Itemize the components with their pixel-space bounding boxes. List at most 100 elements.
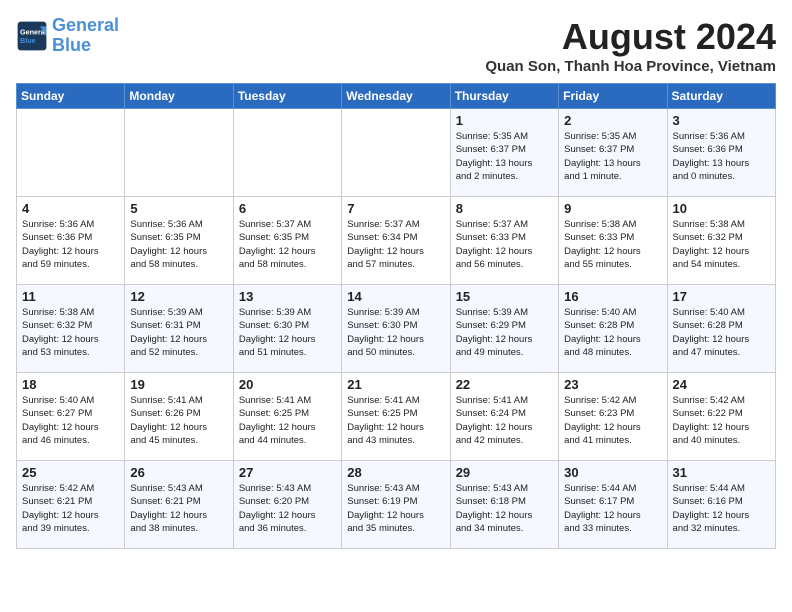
day-number: 10 (673, 201, 770, 216)
day-number: 24 (673, 377, 770, 392)
calendar-week-5: 25 Sunrise: 5:42 AM Sunset: 6:21 PM Dayli… (17, 461, 776, 549)
cell-info: Sunrise: 5:36 AM Sunset: 6:36 PM Dayligh… (673, 130, 770, 183)
calendar-title: August 2024 (485, 16, 776, 58)
cell-info: Sunrise: 5:41 AM Sunset: 6:25 PM Dayligh… (239, 394, 336, 447)
day-number: 28 (347, 465, 444, 480)
day-number: 14 (347, 289, 444, 304)
calendar-cell: 15 Sunrise: 5:39 AM Sunset: 6:29 PM Dayli… (450, 285, 558, 373)
calendar-cell: 30Sunrise: 5:44 AM Sunset: 6:17 PM Dayli… (559, 461, 667, 549)
day-header-saturday: Saturday (667, 84, 775, 109)
day-number: 2 (564, 113, 661, 128)
calendar-cell (233, 109, 341, 197)
calendar-cell: 2 Sunrise: 5:35 AM Sunset: 6:37 PM Daylig… (559, 109, 667, 197)
logo-line2: Blue (52, 35, 91, 55)
calendar-header: SundayMondayTuesdayWednesdayThursdayFrid… (17, 84, 776, 109)
calendar-cell: 21Sunrise: 5:41 AM Sunset: 6:25 PM Dayli… (342, 373, 450, 461)
calendar-cell: 5 Sunrise: 5:36 AM Sunset: 6:35 PM Daylig… (125, 197, 233, 285)
day-number: 11 (22, 289, 119, 304)
day-number: 3 (673, 113, 770, 128)
cell-info: Sunrise: 5:36 AM Sunset: 6:35 PM Dayligh… (130, 218, 227, 271)
calendar-cell: 6 Sunrise: 5:37 AM Sunset: 6:35 PM Daylig… (233, 197, 341, 285)
calendar-cell (125, 109, 233, 197)
calendar-table: SundayMondayTuesdayWednesdayThursdayFrid… (16, 83, 776, 549)
day-number: 26 (130, 465, 227, 480)
day-number: 19 (130, 377, 227, 392)
calendar-cell: 18Sunrise: 5:40 AM Sunset: 6:27 PM Dayli… (17, 373, 125, 461)
calendar-cell (17, 109, 125, 197)
cell-info: Sunrise: 5:42 AM Sunset: 6:22 PM Dayligh… (673, 394, 770, 447)
day-header-thursday: Thursday (450, 84, 558, 109)
cell-info: Sunrise: 5:37 AM Sunset: 6:35 PM Dayligh… (239, 218, 336, 271)
cell-info: Sunrise: 5:35 AM Sunset: 6:37 PM Dayligh… (564, 130, 661, 183)
cell-info: Sunrise: 5:41 AM Sunset: 6:26 PM Dayligh… (130, 394, 227, 447)
cell-info: Sunrise: 5:39 AM Sunset: 6:30 PM Dayligh… (239, 306, 336, 359)
calendar-body: 1 Sunrise: 5:35 AM Sunset: 6:37 PM Daylig… (17, 109, 776, 549)
cell-info: Sunrise: 5:40 AM Sunset: 6:27 PM Dayligh… (22, 394, 119, 447)
calendar-cell: 12 Sunrise: 5:39 AM Sunset: 6:31 PM Dayli… (125, 285, 233, 373)
day-number: 5 (130, 201, 227, 216)
calendar-subtitle: Quan Son, Thanh Hoa Province, Vietnam (485, 58, 776, 75)
day-number: 23 (564, 377, 661, 392)
cell-info: Sunrise: 5:43 AM Sunset: 6:20 PM Dayligh… (239, 482, 336, 535)
calendar-week-3: 11Sunrise: 5:38 AM Sunset: 6:32 PM Dayli… (17, 285, 776, 373)
day-number: 1 (456, 113, 553, 128)
calendar-cell: 13 Sunrise: 5:39 AM Sunset: 6:30 PM Dayli… (233, 285, 341, 373)
day-number: 20 (239, 377, 336, 392)
cell-info: Sunrise: 5:42 AM Sunset: 6:23 PM Dayligh… (564, 394, 661, 447)
day-header-sunday: Sunday (17, 84, 125, 109)
calendar-cell: 22 Sunrise: 5:41 AM Sunset: 6:24 PM Dayli… (450, 373, 558, 461)
calendar-cell: 8Sunrise: 5:37 AM Sunset: 6:33 PM Daylig… (450, 197, 558, 285)
cell-info: Sunrise: 5:41 AM Sunset: 6:24 PM Dayligh… (456, 394, 553, 447)
cell-info: Sunrise: 5:37 AM Sunset: 6:33 PM Dayligh… (456, 218, 553, 271)
cell-info: Sunrise: 5:42 AM Sunset: 6:21 PM Dayligh… (22, 482, 119, 535)
logo-icon: General Blue (16, 20, 48, 52)
day-header-monday: Monday (125, 84, 233, 109)
day-number: 13 (239, 289, 336, 304)
calendar-cell: 7 Sunrise: 5:37 AM Sunset: 6:34 PM Daylig… (342, 197, 450, 285)
cell-info: Sunrise: 5:39 AM Sunset: 6:31 PM Dayligh… (130, 306, 227, 359)
cell-info: Sunrise: 5:40 AM Sunset: 6:28 PM Dayligh… (673, 306, 770, 359)
calendar-cell: 26Sunrise: 5:43 AM Sunset: 6:21 PM Dayli… (125, 461, 233, 549)
calendar-week-4: 18Sunrise: 5:40 AM Sunset: 6:27 PM Dayli… (17, 373, 776, 461)
day-number: 25 (22, 465, 119, 480)
cell-info: Sunrise: 5:44 AM Sunset: 6:16 PM Dayligh… (673, 482, 770, 535)
calendar-cell: 4Sunrise: 5:36 AM Sunset: 6:36 PM Daylig… (17, 197, 125, 285)
day-header-friday: Friday (559, 84, 667, 109)
calendar-cell: 20 Sunrise: 5:41 AM Sunset: 6:25 PM Dayli… (233, 373, 341, 461)
cell-info: Sunrise: 5:38 AM Sunset: 6:33 PM Dayligh… (564, 218, 661, 271)
svg-text:Blue: Blue (20, 36, 36, 45)
calendar-cell: 1 Sunrise: 5:35 AM Sunset: 6:37 PM Daylig… (450, 109, 558, 197)
calendar-cell: 29Sunrise: 5:43 AM Sunset: 6:18 PM Dayli… (450, 461, 558, 549)
logo-line1: General (52, 15, 119, 35)
day-header-tuesday: Tuesday (233, 84, 341, 109)
day-number: 6 (239, 201, 336, 216)
calendar-cell: 10Sunrise: 5:38 AM Sunset: 6:32 PM Dayli… (667, 197, 775, 285)
cell-info: Sunrise: 5:40 AM Sunset: 6:28 PM Dayligh… (564, 306, 661, 359)
day-number: 12 (130, 289, 227, 304)
day-number: 9 (564, 201, 661, 216)
calendar-week-2: 4Sunrise: 5:36 AM Sunset: 6:36 PM Daylig… (17, 197, 776, 285)
day-number: 21 (347, 377, 444, 392)
cell-info: Sunrise: 5:37 AM Sunset: 6:34 PM Dayligh… (347, 218, 444, 271)
cell-info: Sunrise: 5:39 AM Sunset: 6:29 PM Dayligh… (456, 306, 553, 359)
calendar-cell: 16Sunrise: 5:40 AM Sunset: 6:28 PM Dayli… (559, 285, 667, 373)
day-number: 17 (673, 289, 770, 304)
day-number: 31 (673, 465, 770, 480)
calendar-cell: 27Sunrise: 5:43 AM Sunset: 6:20 PM Dayli… (233, 461, 341, 549)
cell-info: Sunrise: 5:35 AM Sunset: 6:37 PM Dayligh… (456, 130, 553, 183)
day-number: 22 (456, 377, 553, 392)
day-number: 15 (456, 289, 553, 304)
cell-info: Sunrise: 5:44 AM Sunset: 6:17 PM Dayligh… (564, 482, 661, 535)
day-header-wednesday: Wednesday (342, 84, 450, 109)
title-area: August 2024 Quan Son, Thanh Hoa Province… (485, 16, 776, 75)
cell-info: Sunrise: 5:39 AM Sunset: 6:30 PM Dayligh… (347, 306, 444, 359)
logo: General Blue General Blue (16, 16, 119, 56)
calendar-week-1: 1 Sunrise: 5:35 AM Sunset: 6:37 PM Daylig… (17, 109, 776, 197)
calendar-cell: 24 Sunrise: 5:42 AM Sunset: 6:22 PM Dayli… (667, 373, 775, 461)
calendar-cell: 28Sunrise: 5:43 AM Sunset: 6:19 PM Dayli… (342, 461, 450, 549)
header: General Blue General Blue August 2024 Qu… (16, 16, 776, 75)
day-number: 7 (347, 201, 444, 216)
calendar-cell: 14 Sunrise: 5:39 AM Sunset: 6:30 PM Dayli… (342, 285, 450, 373)
calendar-cell: 17 Sunrise: 5:40 AM Sunset: 6:28 PM Dayli… (667, 285, 775, 373)
cell-info: Sunrise: 5:36 AM Sunset: 6:36 PM Dayligh… (22, 218, 119, 271)
